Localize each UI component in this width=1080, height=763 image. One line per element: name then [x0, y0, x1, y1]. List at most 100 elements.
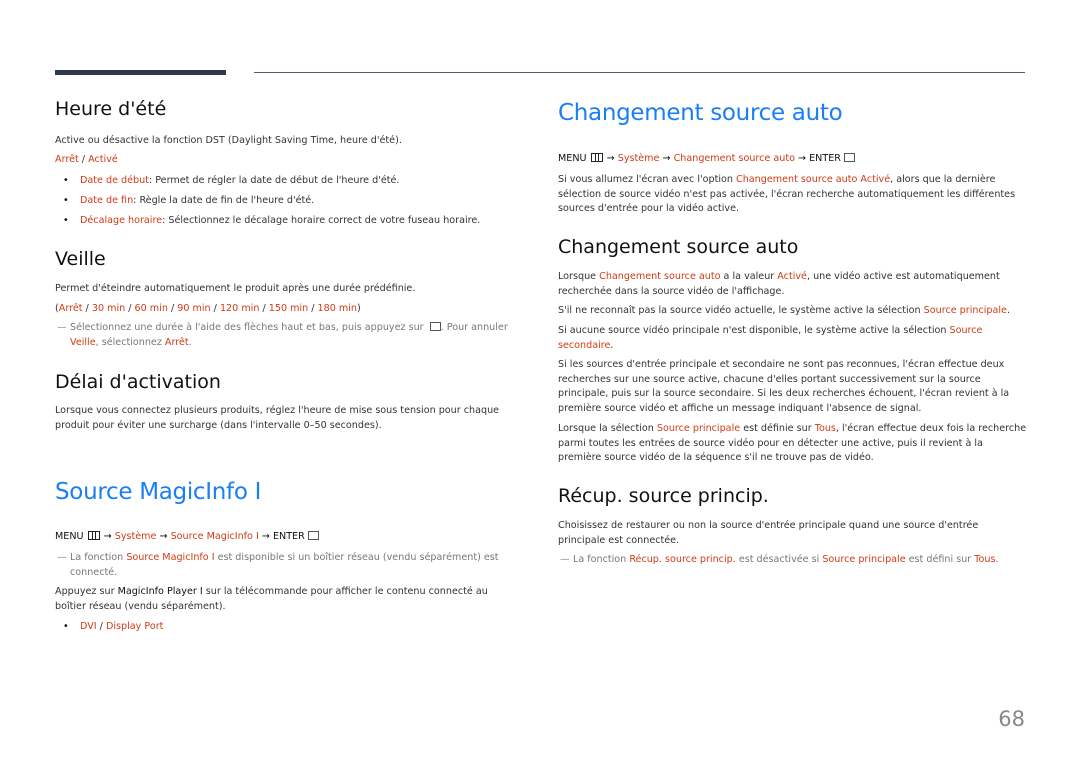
note-highlight: Arrêt: [164, 336, 189, 348]
note-text: Sélectionnez une durée à l'aide des flèc…: [70, 322, 427, 333]
heure-ete-title: Heure d'été: [55, 98, 167, 120]
magicinfo-note: — La fonction Source MagicInfo I est disp…: [57, 551, 520, 580]
changement-sub-p1: Lorsque Changement source auto a la vale…: [558, 270, 1028, 299]
magicinfo-paragraph: Appuyez sur MagicInfo Player I sur la té…: [55, 585, 505, 614]
enter-label: ENTER: [809, 153, 841, 164]
para-text: Lorsque la sélection: [558, 423, 657, 434]
changement-sub-p5: Lorsque la sélection Source principale e…: [558, 422, 1028, 466]
enter-icon: [307, 531, 319, 540]
magicinfo-title: Source MagicInfo I: [55, 479, 262, 505]
note-text: La fonction: [70, 552, 127, 563]
changement-title: Changement source auto: [558, 100, 843, 126]
note-dash-icon: —: [560, 554, 570, 565]
changement-sub-title: Changement source auto: [558, 236, 799, 258]
note-highlight: Tous: [974, 554, 996, 565]
enter-icon: [843, 153, 855, 162]
changement-sub-p3: Si aucune source vidéo principale n'est …: [558, 324, 1018, 353]
note-text: est défini sur: [905, 554, 975, 565]
para-highlight: Activé: [777, 271, 807, 282]
para-highlight: Source principale: [656, 423, 741, 434]
option: 120 min: [219, 303, 260, 314]
para-text: Lorsque: [558, 271, 600, 282]
changement-sub-p2: S'il ne reconnaît pas la source vidéo ac…: [558, 304, 1038, 319]
bullet-term: Date de début: [80, 175, 149, 186]
note-text: . Pour annuler: [440, 322, 508, 333]
menu-icon: [590, 153, 603, 162]
note-dash-icon: —: [57, 552, 67, 563]
option: 150 min: [268, 303, 309, 314]
menu-icon: [87, 531, 100, 540]
note-dash-icon: —: [57, 322, 67, 333]
enter-label: ENTER: [272, 531, 305, 542]
menu-path-item: Système: [114, 531, 157, 542]
bullet-date-debut: • Date de début: Permet de régler la date…: [63, 174, 400, 188]
veille-description: Permet d'éteindre automatiquement le pro…: [55, 283, 416, 294]
bullet-term: Décalage horaire: [80, 215, 163, 226]
bullet-dvi-displayport: • DVI / Display Port: [63, 621, 164, 632]
note-highlight: Veille: [70, 336, 96, 348]
note-highlight: Source principale: [822, 554, 906, 565]
note-highlight: Source MagicInfo I: [126, 552, 215, 563]
note-text: est désactivée si: [735, 554, 823, 565]
para-text: .: [1006, 305, 1010, 316]
para-highlight: Source principale: [923, 305, 1007, 316]
note-text: La fonction: [573, 554, 630, 565]
option: 30 min: [91, 303, 126, 314]
recup-description: Choisissez de restaurer ou non la source…: [558, 520, 979, 546]
changement-paragraph: Si vous allumez l'écran avec l'option Ch…: [558, 173, 1028, 217]
header-rule: [254, 72, 1025, 73]
option: 90 min: [177, 303, 211, 314]
para-text: S'il ne reconnaît pas la source vidéo ac…: [558, 305, 924, 316]
para-text: Si vous allumez l'écran avec l'option: [558, 174, 737, 185]
recup-title: Récup. source princip.: [558, 485, 769, 507]
note-text: .: [188, 336, 192, 348]
recup-note: — La fonction Récup. source princip. est …: [560, 553, 1043, 568]
menu-label: MENU: [558, 153, 587, 164]
menu-path-item: Système: [617, 153, 660, 164]
option: DVI: [80, 621, 97, 632]
veille-title: Veille: [55, 248, 106, 270]
heure-ete-description: Active ou désactive la fonction DST (Day…: [55, 135, 402, 146]
para-highlight: Changement source auto: [599, 271, 721, 282]
changement-sub-p4: Si les sources d'entrée principale et se…: [558, 359, 1010, 414]
para-text: a la valeur: [720, 271, 778, 282]
header-accent-bar: [55, 70, 226, 75]
heure-ete-options: Arrêt / Activé: [55, 154, 118, 165]
option: Display Port: [105, 621, 164, 632]
bullet-icon: •: [63, 621, 69, 632]
note-text: .: [995, 554, 999, 565]
menu-label: MENU: [55, 531, 84, 542]
option-active: Activé: [88, 154, 118, 165]
note-text: , sélectionnez: [95, 336, 165, 348]
bullet-text: : Sélectionnez le décalage horaire corre…: [162, 215, 481, 226]
para-emphasis: MagicInfo Player I: [117, 586, 203, 597]
bullet-text: : Règle la date de fin de l'heure d'été.: [133, 195, 315, 206]
para-text: est définie sur: [740, 423, 815, 434]
bullet-decalage: • Décalage horaire: Sélectionnez le décal…: [63, 214, 481, 228]
menu-path-item: Changement source auto: [673, 153, 795, 164]
bullet-icon: •: [63, 195, 69, 206]
note-highlight: Récup. source princip.: [629, 554, 736, 565]
bullet-date-fin: • Date de fin: Règle la date de fin de l'…: [63, 194, 315, 208]
para-highlight: Tous: [814, 423, 836, 434]
bullet-text: : Permet de régler la date de début de l…: [148, 175, 400, 186]
option: Arrêt: [58, 303, 83, 314]
delai-title: Délai d'activation: [55, 371, 221, 393]
para-text: .: [610, 339, 614, 351]
bullet-term: Date de fin: [80, 195, 134, 206]
para-highlight: Changement source auto Activé: [736, 174, 891, 185]
delai-description: Lorsque vous connectez plusieurs produit…: [55, 405, 500, 431]
para-text: Si aucune source vidéo principale n'est …: [558, 325, 950, 336]
option-arret: Arrêt: [55, 154, 79, 165]
bullet-icon: •: [63, 215, 69, 226]
magicinfo-menu-path: MENU → Système → Source MagicInfo I → EN…: [55, 530, 319, 545]
enter-icon: [429, 322, 441, 331]
option: 180 min: [317, 303, 357, 314]
veille-options: (Arrêt / 30 min / 60 min / 90 min / 120 …: [55, 303, 361, 314]
veille-note: — Sélectionnez une durée à l'aide des flè…: [57, 321, 520, 350]
page-number: 68: [998, 707, 1025, 731]
menu-path-item: Source MagicInfo I: [170, 531, 259, 542]
option: 60 min: [134, 303, 168, 314]
para-text: Appuyez sur: [55, 586, 118, 597]
changement-menu-path: MENU → Système → Changement source auto …: [558, 152, 855, 167]
